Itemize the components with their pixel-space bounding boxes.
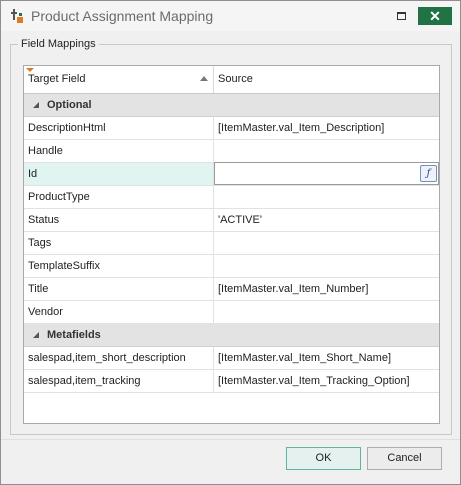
collapse-triangle-icon[interactable]	[33, 102, 39, 108]
group-row-label: Optional	[47, 99, 92, 111]
source-input[interactable]	[214, 162, 439, 185]
group-row[interactable]: Metafields	[24, 324, 439, 347]
target-field-cell[interactable]: Status	[24, 209, 214, 231]
column-header-source[interactable]: Source	[214, 66, 439, 93]
table-row[interactable]: salespad,item_tracking [ItemMaster.val_It…	[24, 370, 439, 393]
source-cell[interactable]	[214, 255, 439, 277]
window-title: Product Assignment Mapping	[31, 8, 214, 24]
table-row[interactable]: Tags	[24, 232, 439, 255]
mapping-grid[interactable]: Target Field Source Optional DescriptionH…	[23, 65, 440, 424]
table-row[interactable]: Id ƒ	[24, 162, 439, 186]
column-header-target-field[interactable]: Target Field	[24, 66, 214, 93]
close-icon: ✕	[429, 8, 441, 24]
sort-ascending-icon	[200, 76, 208, 81]
grid-header: Target Field Source	[24, 66, 439, 94]
target-field-cell[interactable]: Vendor	[24, 301, 214, 323]
source-cell[interactable]: [ItemMaster.val_Item_Tracking_Option]	[214, 370, 439, 392]
table-row[interactable]: Status 'ACTIVE'	[24, 209, 439, 232]
source-cell[interactable]: [ItemMaster.val_Item_Short_Name]	[214, 347, 439, 369]
target-field-cell[interactable]: TemplateSuffix	[24, 255, 214, 277]
source-cell[interactable]	[214, 301, 439, 323]
target-field-cell[interactable]: ProductType	[24, 186, 214, 208]
table-row[interactable]: DescriptionHtml [ItemMaster.val_Item_Desc…	[24, 117, 439, 140]
table-row[interactable]: Title [ItemMaster.val_Item_Number]	[24, 278, 439, 301]
target-field-cell[interactable]: salespad,item_short_description	[24, 347, 214, 369]
target-field-cell[interactable]: Id	[24, 163, 214, 185]
target-field-cell[interactable]: DescriptionHtml	[24, 117, 214, 139]
target-field-cell[interactable]: Handle	[24, 140, 214, 162]
field-mappings-label: Field Mappings	[18, 38, 99, 50]
table-row[interactable]: Handle	[24, 140, 439, 163]
column-header-label: Target Field	[28, 73, 86, 85]
maximize-icon	[396, 12, 406, 20]
source-cell[interactable]	[214, 140, 439, 162]
target-field-cell[interactable]: salespad,item_tracking	[24, 370, 214, 392]
source-cell[interactable]: [ItemMaster.val_Item_Description]	[214, 117, 439, 139]
group-row[interactable]: Optional	[24, 94, 439, 117]
source-cell[interactable]: 'ACTIVE'	[214, 209, 439, 231]
target-field-cell[interactable]: Tags	[24, 232, 214, 254]
source-cell[interactable]	[214, 186, 439, 208]
close-button[interactable]: ✕	[418, 7, 452, 25]
table-row[interactable]: TemplateSuffix	[24, 255, 439, 278]
group-row-label: Metafields	[47, 329, 101, 341]
table-row[interactable]: salespad,item_short_description [ItemMast…	[24, 347, 439, 370]
dialog-window: Product Assignment Mapping ✕ Field Mappi…	[0, 0, 461, 485]
cancel-button[interactable]: Cancel	[367, 447, 442, 470]
filter-indicator-icon	[26, 68, 34, 72]
footer-divider	[1, 439, 460, 440]
column-header-label: Source	[218, 73, 253, 85]
collapse-triangle-icon[interactable]	[33, 332, 39, 338]
source-cell[interactable]	[214, 232, 439, 254]
table-row[interactable]: Vendor	[24, 301, 439, 324]
table-row[interactable]: ProductType	[24, 186, 439, 209]
ok-button[interactable]: OK	[286, 447, 361, 470]
source-cell[interactable]: [ItemMaster.val_Item_Number]	[214, 278, 439, 300]
maximize-button[interactable]	[389, 8, 413, 24]
title-bar[interactable]: Product Assignment Mapping ✕	[1, 1, 460, 31]
app-logo-icon	[11, 9, 23, 23]
target-field-cell[interactable]: Title	[24, 278, 214, 300]
function-icon[interactable]: ƒ	[420, 165, 437, 182]
